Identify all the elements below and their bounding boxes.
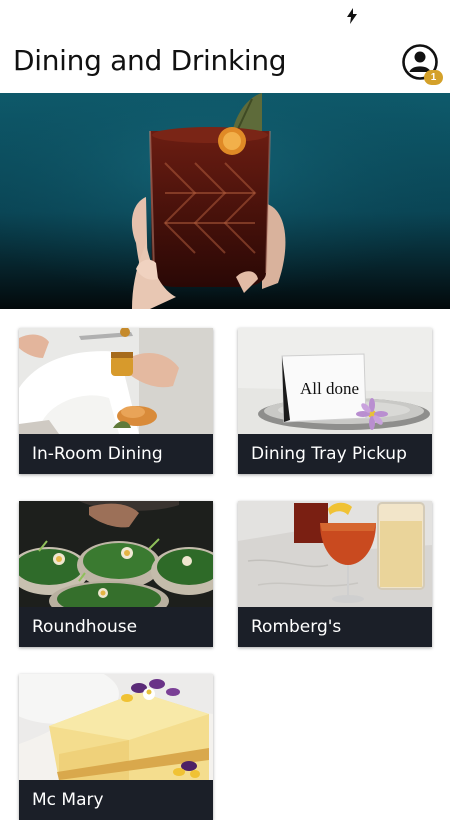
all-done-note-text: All done xyxy=(300,379,359,398)
status-bar xyxy=(0,0,450,32)
card-label: Roundhouse xyxy=(19,607,213,647)
hero-image xyxy=(0,93,450,309)
page-title: Dining and Drinking xyxy=(13,44,287,77)
card-rombergs[interactable]: Romberg's xyxy=(238,501,432,647)
card-label: Dining Tray Pickup xyxy=(238,434,432,474)
card-roundhouse[interactable]: Roundhouse xyxy=(19,501,213,647)
card-in-room-dining[interactable]: In-Room Dining xyxy=(19,328,213,474)
in-room-dining-image xyxy=(19,328,213,434)
notification-badge: 1 xyxy=(424,70,443,85)
card-label: Mc Mary xyxy=(19,780,213,820)
roundhouse-image xyxy=(19,501,213,607)
card-mc-mary[interactable]: Mc Mary xyxy=(19,674,213,820)
dining-options-grid: In-Room Dining All done Dining Tray Pick… xyxy=(0,309,450,820)
card-dining-tray-pickup[interactable]: All done Dining Tray Pickup xyxy=(238,328,432,474)
card-label: In-Room Dining xyxy=(19,434,213,474)
lightning-bolt-icon xyxy=(347,8,357,24)
mc-mary-image xyxy=(19,674,213,780)
dining-tray-pickup-image: All done xyxy=(238,328,432,434)
card-label: Romberg's xyxy=(238,607,432,647)
rombergs-image xyxy=(238,501,432,607)
app-header: Dining and Drinking 1 xyxy=(0,32,450,92)
